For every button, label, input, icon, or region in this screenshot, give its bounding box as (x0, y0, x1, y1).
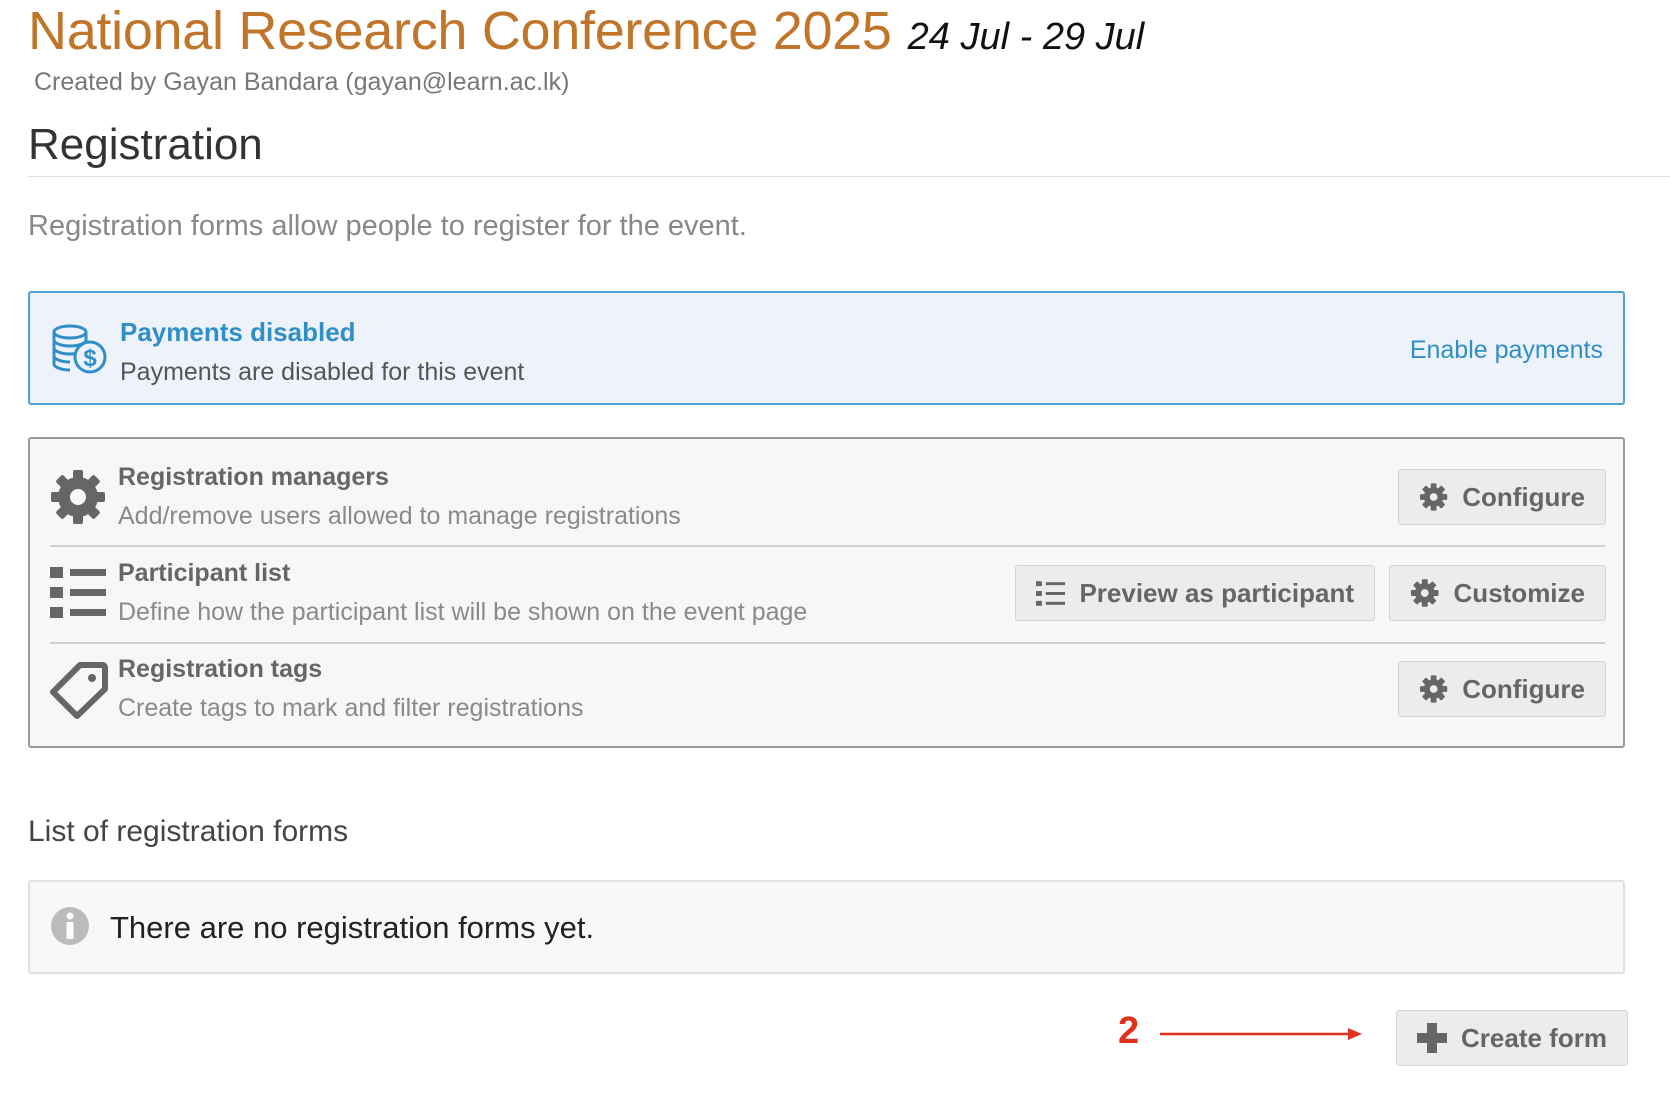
customize-button[interactable]: Customize (1389, 565, 1606, 621)
registration-managers-text: Registration managers Add/remove users a… (118, 463, 681, 531)
configure-tags-label: Configure (1462, 673, 1585, 704)
registration-tags-text: Registration tags Create tags to mark an… (118, 655, 583, 723)
empty-forms-message: There are no registration forms yet. (110, 910, 595, 945)
preview-as-participant-label: Preview as participant (1079, 577, 1354, 608)
event-creator: Created by Gayan Bandara (gayan@learn.ac… (34, 68, 570, 96)
registration-settings-box: Registration managers Add/remove users a… (28, 437, 1625, 748)
configure-managers-button[interactable]: Configure (1398, 469, 1606, 525)
registration-tags-subtitle: Create tags to mark and filter registrat… (118, 694, 584, 722)
participant-list-title: Participant list (118, 559, 291, 587)
registration-managers-row: Registration managers Add/remove users a… (50, 463, 1605, 535)
registration-managers-subtitle: Add/remove users allowed to manage regis… (118, 502, 681, 530)
participant-list-text: Participant list Define how the particip… (118, 559, 807, 627)
payments-status-box: $ Payments disabled Payments are disable… (28, 291, 1625, 405)
plus-icon (1417, 1023, 1447, 1053)
gear-icon (1419, 675, 1448, 703)
empty-forms-message-box: There are no registration forms yet. (28, 880, 1625, 974)
event-header: National Research Conference 2025 24 Jul… (28, 0, 1144, 97)
configure-tags-button[interactable]: Configure (1398, 661, 1606, 717)
list-icon (1036, 581, 1066, 606)
page-title: Registration (28, 120, 263, 169)
payments-title: Payments disabled (120, 317, 356, 347)
event-dates: 24 Jul - 29 Jul (907, 16, 1145, 58)
title-divider (28, 176, 1670, 177)
gear-icon (51, 470, 105, 524)
forms-list-heading: List of registration forms (28, 815, 349, 848)
registration-tags-row: Registration tags Create tags to mark an… (50, 655, 1605, 727)
row-divider (50, 545, 1605, 547)
create-form-button[interactable]: Create form (1396, 1010, 1628, 1066)
preview-as-participant-button[interactable]: Preview as participant (1015, 565, 1375, 621)
configure-managers-label: Configure (1462, 481, 1585, 512)
event-title-row: National Research Conference 2025 24 Jul… (28, 0, 1144, 62)
registration-managers-title: Registration managers (118, 463, 389, 491)
enable-payments-link[interactable]: Enable payments (1410, 336, 1603, 365)
gear-icon (1410, 579, 1439, 607)
customize-label: Customize (1453, 577, 1585, 608)
annotation-step-number: 2 (1118, 1010, 1140, 1052)
payments-text: Payments disabled Payments are disabled … (120, 317, 524, 387)
info-icon (51, 907, 89, 945)
annotation-arrow-icon (1160, 1028, 1362, 1040)
create-form-label: Create form (1461, 1022, 1607, 1053)
svg-text:$: $ (83, 345, 97, 372)
payments-subtitle: Payments are disabled for this event (120, 358, 525, 386)
coins-dollar-icon: $ (52, 324, 107, 374)
event-title: National Research Conference 2025 (28, 1, 892, 61)
gear-icon (1419, 483, 1448, 511)
participant-list-subtitle: Define how the participant list will be … (118, 598, 808, 626)
registration-tags-title: Registration tags (118, 655, 323, 683)
tag-icon (50, 662, 108, 719)
section-description: Registration forms allow people to regis… (28, 210, 747, 242)
row-divider (50, 642, 1605, 644)
list-icon (50, 567, 106, 618)
